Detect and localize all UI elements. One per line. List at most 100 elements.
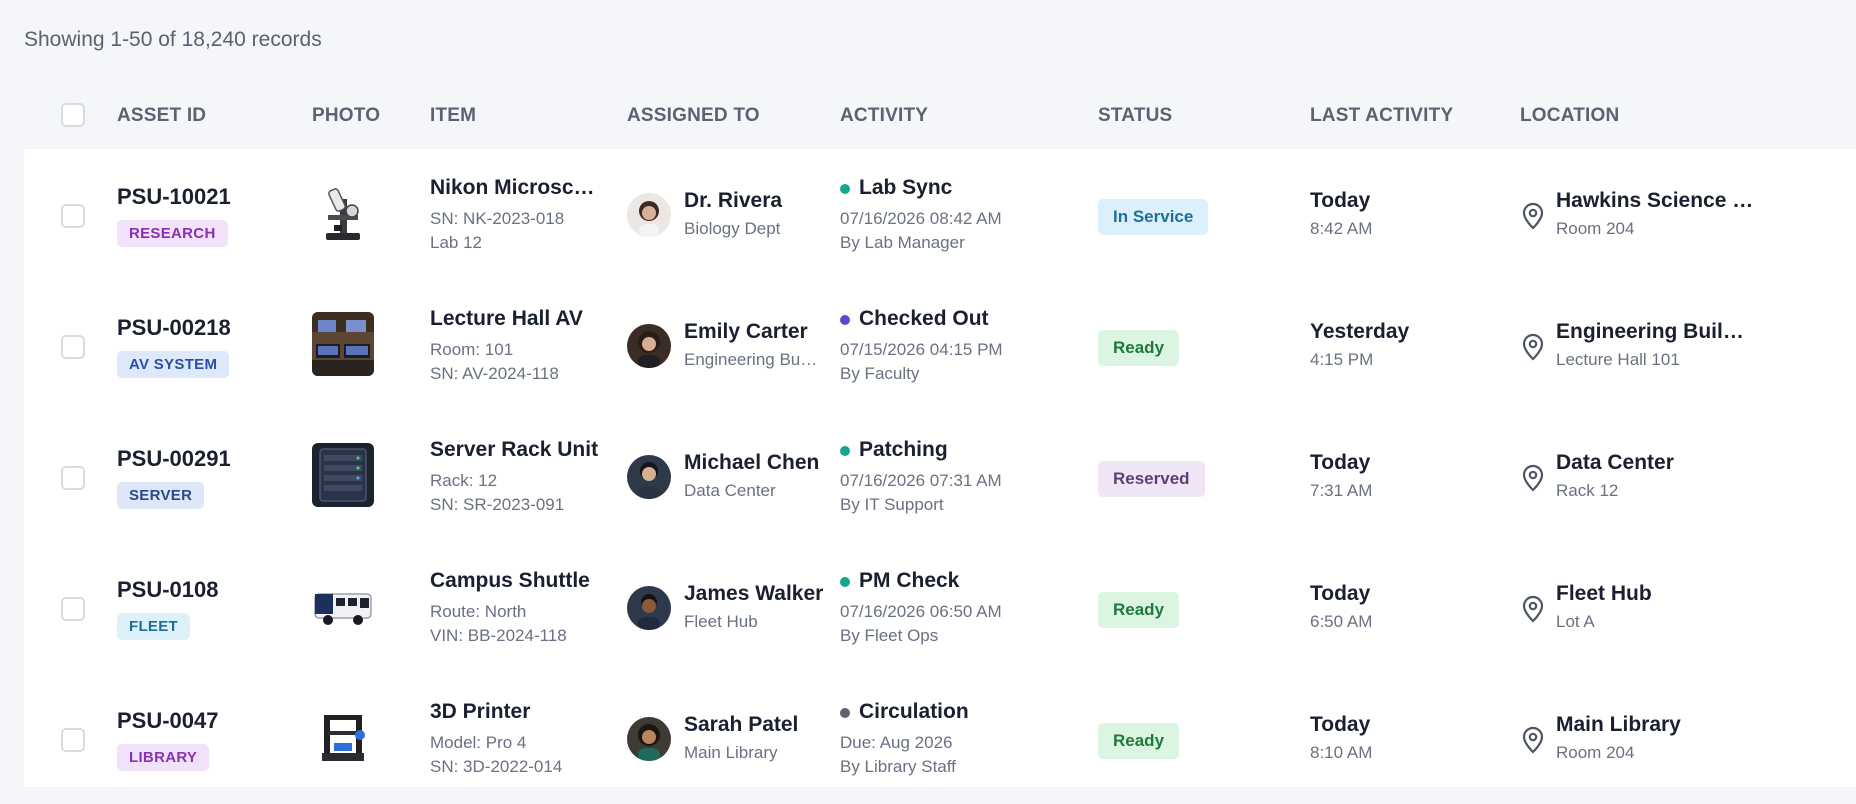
item-title[interactable]: Lecture Hall AV (430, 307, 602, 331)
location-pin-icon (1522, 595, 1544, 623)
last-activity-time: 6:50 AM (1310, 612, 1373, 631)
assignee-department: Data Center (684, 481, 776, 500)
location-pin-icon (1522, 202, 1544, 230)
assignee-department: Fleet Hub (684, 612, 758, 631)
activity-by: By IT Support (840, 495, 944, 514)
column-header-photo: PHOTO (312, 105, 381, 126)
last-activity-time: 4:15 PM (1310, 350, 1374, 369)
category-badge: LIBRARY (117, 744, 210, 771)
activity-by: By Faculty (840, 364, 920, 383)
column-header-location[interactable]: LOCATION (1520, 105, 1619, 127)
item-serial: SN: AV-2024-118 (430, 364, 559, 383)
avatar (627, 586, 671, 630)
row-checkbox[interactable] (61, 204, 85, 228)
avatar (627, 193, 671, 237)
row-checkbox[interactable] (61, 335, 85, 359)
location-pin-icon (1522, 333, 1544, 361)
item-rack: Rack: 12 (430, 471, 498, 490)
table-row[interactable]: PSU-00291 SERVER Server Rack Unit Rack: … (24, 411, 1856, 542)
activity-by: By Fleet Ops (840, 626, 939, 645)
assignee-name[interactable]: Michael Chen (684, 451, 819, 475)
category-badge: RESEARCH (117, 220, 228, 247)
location-room: Room 204 (1556, 219, 1635, 238)
activity-timestamp: 07/16/2026 06:50 AM (840, 602, 1002, 621)
item-vin: VIN: BB-2024-118 (430, 626, 567, 645)
last-activity-day: Today (1310, 189, 1371, 212)
column-header-status[interactable]: STATUS (1098, 105, 1172, 127)
item-photo-lecture-hall (312, 312, 374, 376)
item-serial: SN: SR-2023-091 (430, 495, 565, 514)
category-badge: FLEET (117, 613, 190, 640)
location-pin-icon (1522, 464, 1544, 492)
location-name[interactable]: Engineering Building (1556, 320, 1754, 344)
asset-id[interactable]: PSU-10021 (117, 184, 231, 210)
table-body: PSU-10021 RESEARCH Nikon Microscope SN: … (24, 149, 1856, 787)
asset-id[interactable]: PSU-0108 (117, 577, 219, 603)
item-title[interactable]: Server Rack Unit (430, 438, 602, 462)
location-name[interactable]: Fleet Hub (1556, 582, 1754, 606)
location-room: Lot A (1556, 612, 1595, 631)
item-route: Route: North (430, 602, 527, 621)
row-checkbox[interactable] (61, 728, 85, 752)
item-photo-3d-printer (312, 705, 374, 769)
activity-status-dot (840, 315, 850, 325)
last-activity-time: 7:31 AM (1310, 481, 1373, 500)
row-checkbox[interactable] (61, 597, 85, 621)
activity-status-dot (840, 184, 850, 194)
item-serial: SN: 3D-2022-014 (430, 757, 563, 776)
table-row[interactable]: PSU-00218 AV SYSTEM Lecture Hall AV Room… (24, 280, 1856, 411)
location-room: Lecture Hall 101 (1556, 350, 1680, 369)
last-activity-day: Today (1310, 451, 1371, 474)
item-model: Model: Pro 4 (430, 733, 527, 752)
activity-status-dot (840, 577, 850, 587)
item-photo-microscope (312, 181, 374, 245)
item-detail: Lab 12 (430, 233, 482, 252)
assets-table: ASSET ID PHOTO ITEM ASSIGNED TO ACTIVITY… (24, 89, 1856, 787)
item-photo-shuttle (312, 574, 374, 638)
activity-title: Lab Sync (859, 176, 953, 199)
item-serial: SN: NK-2023-018 (430, 209, 565, 228)
assignee-name[interactable]: Emily Carter (684, 320, 808, 344)
column-header-asset-id[interactable]: ASSET ID (117, 105, 206, 127)
column-header-activity[interactable]: ACTIVITY (840, 105, 928, 127)
activity-due: Due: Aug 2026 (840, 733, 953, 752)
item-photo-server-rack (312, 443, 374, 507)
status-badge: In Service (1098, 199, 1209, 235)
asset-id[interactable]: PSU-00218 (117, 315, 231, 341)
column-header-assigned-to[interactable]: ASSIGNED TO (627, 105, 760, 127)
asset-id[interactable]: PSU-00291 (117, 446, 231, 472)
last-activity-day: Yesterday (1310, 320, 1410, 343)
assignee-name[interactable]: Dr. Rivera (684, 189, 782, 213)
table-header: ASSET ID PHOTO ITEM ASSIGNED TO ACTIVITY… (24, 89, 1856, 149)
location-name[interactable]: Data Center (1556, 451, 1754, 475)
category-badge: SERVER (117, 482, 205, 509)
assignee-name[interactable]: James Walker (684, 582, 823, 606)
item-title[interactable]: Campus Shuttle (430, 569, 602, 593)
column-header-item[interactable]: ITEM (430, 105, 476, 127)
table-row[interactable]: PSU-0047 LIBRARY 3D Printer Model: Pro 4… (24, 673, 1856, 804)
activity-by: By Library Staff (840, 757, 956, 776)
select-all-checkbox[interactable] (61, 103, 85, 127)
assignee-name[interactable]: Sarah Patel (684, 713, 798, 737)
location-name[interactable]: Hawkins Science Hall (1556, 189, 1754, 213)
activity-title: Checked Out (859, 307, 989, 330)
item-title[interactable]: 3D Printer (430, 700, 602, 724)
table-row[interactable]: PSU-10021 RESEARCH Nikon Microscope SN: … (24, 149, 1856, 280)
row-checkbox[interactable] (61, 466, 85, 490)
status-badge: Ready (1098, 592, 1180, 628)
last-activity-time: 8:42 AM (1310, 219, 1373, 238)
location-name[interactable]: Main Library (1556, 713, 1754, 737)
last-activity-day: Today (1310, 713, 1371, 736)
table-row[interactable]: PSU-0108 FLEET Campus Shuttle Route: Nor… (24, 542, 1856, 673)
item-title[interactable]: Nikon Microscope (430, 176, 602, 200)
activity-title: Patching (859, 438, 948, 461)
asset-id[interactable]: PSU-0047 (117, 708, 219, 734)
activity-timestamp: 07/16/2026 07:31 AM (840, 471, 1002, 490)
status-badge: Reserved (1098, 461, 1205, 497)
assignee-department: Engineering Building (684, 350, 819, 369)
column-header-last-activity[interactable]: LAST ACTIVITY (1310, 105, 1453, 127)
avatar (627, 455, 671, 499)
activity-status-dot (840, 708, 850, 718)
status-badge: Ready (1098, 330, 1180, 366)
avatar (627, 324, 671, 368)
